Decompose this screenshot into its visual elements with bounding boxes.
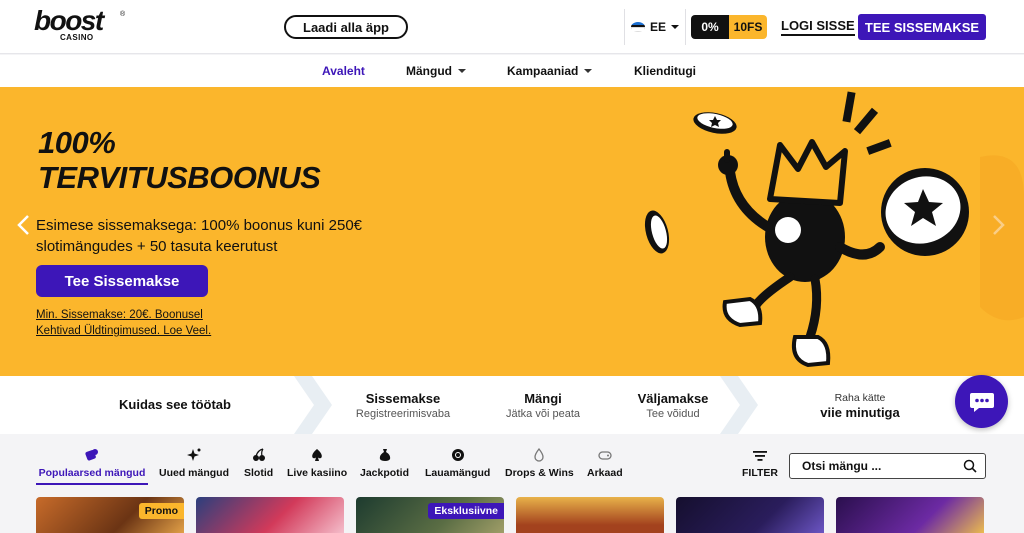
- chevron-down-icon: [671, 25, 679, 29]
- nav-item-label: Kampaaniad: [507, 64, 579, 78]
- drops-icon: [534, 448, 545, 462]
- bonus-percent: 0%: [691, 15, 729, 39]
- carousel-prev-icon[interactable]: [16, 214, 30, 236]
- category-label: Lauamängud: [425, 467, 491, 479]
- step-divider-icon: [294, 376, 332, 434]
- active-category-underline: [36, 483, 148, 485]
- nav-item-label: Mängud: [406, 64, 452, 78]
- sparkle-icon: [187, 448, 201, 461]
- chat-bubble-icon: [969, 392, 994, 412]
- gamepad-icon: [598, 451, 612, 460]
- hero-deposit-button[interactable]: Tee Sissemakse: [36, 265, 208, 297]
- hero-title-line2: TERVITUSBOONUS: [38, 160, 321, 195]
- game-tile[interactable]: [676, 497, 824, 533]
- payout-time-label: Raha kätte: [834, 392, 886, 404]
- category-slots[interactable]: Slotid: [244, 448, 273, 479]
- category-label: Arkaad: [587, 467, 623, 479]
- deposit-button[interactable]: TEE SISSEMAKSE: [858, 14, 986, 40]
- game-tile[interactable]: Eksklusiivne: [356, 497, 504, 533]
- main-nav: Avaleht Mängud Kampaaniad Klienditugi: [0, 55, 1024, 87]
- step-subtitle: Jätka või peata: [506, 408, 580, 420]
- nav-item-support[interactable]: Klienditugi: [634, 64, 696, 78]
- hero-title-line1: 100%: [38, 125, 116, 160]
- step-subtitle: Tee võidud: [646, 408, 700, 420]
- step-title: Sissemakse: [365, 391, 441, 406]
- language-selector[interactable]: EE: [624, 9, 686, 45]
- search-icon[interactable]: [963, 459, 977, 473]
- search-input[interactable]: [802, 458, 952, 474]
- download-app-button[interactable]: Laadi alla äpp: [284, 15, 408, 39]
- hero-subtitle: Esimese sissemaksega: 100% boonus kuni 2…: [36, 217, 363, 255]
- category-table-games[interactable]: Lauamängud: [425, 448, 490, 479]
- game-categories: Populaarsed mängud Uued mängud Slotid Li…: [0, 434, 1024, 494]
- how-it-works-strip: Kuidas see töötab Sissemakse Registreeri…: [0, 376, 1024, 434]
- game-tile[interactable]: [516, 497, 664, 533]
- category-jackpots[interactable]: Jackpotid: [360, 448, 409, 479]
- game-tile[interactable]: [196, 497, 344, 533]
- step-title: Väljamakse: [637, 391, 709, 406]
- promo-badge: Promo: [138, 503, 184, 519]
- step-subtitle: Registreerimisvaba: [355, 408, 451, 420]
- cherry-icon: [252, 448, 265, 461]
- exclusive-badge: Eksklusiivne: [428, 503, 504, 519]
- filter-icon: [752, 451, 767, 461]
- estonia-flag-icon: [630, 22, 645, 32]
- nav-item-games[interactable]: Mängud: [406, 64, 466, 78]
- category-label: Jackpotid: [360, 467, 410, 479]
- bonus-status-pill[interactable]: 0% 10FS: [691, 15, 767, 39]
- nav-item-promotions[interactable]: Kampaaniad: [507, 64, 593, 78]
- hero-terms-link[interactable]: Min. Sissemakse: 20€. Boonusel Kehtivad …: [36, 307, 236, 339]
- logo-subtitle: CASINO: [60, 33, 94, 42]
- category-new[interactable]: Uued mängud: [159, 448, 229, 479]
- free-spins-count: 10FS: [729, 15, 767, 39]
- category-label: Drops & Wins: [505, 467, 574, 479]
- nav-item-home[interactable]: Avaleht: [322, 64, 365, 78]
- step-title: Mängi: [524, 391, 562, 406]
- chip-icon: [451, 449, 464, 461]
- chat-button[interactable]: [955, 375, 1008, 428]
- logo-registered-mark: ®: [120, 11, 126, 18]
- filter-label: FILTER: [742, 467, 778, 479]
- hero-title: 100% TERVITUSBOONUS: [38, 125, 321, 195]
- category-label: Live kasiino: [287, 467, 348, 479]
- nav-item-label: Avaleht: [322, 64, 365, 78]
- hero-banner: 100% TERVITUSBOONUS Esimese sissemaksega…: [0, 87, 1024, 376]
- category-arcade[interactable]: Arkaad: [587, 448, 623, 479]
- mascot-illustration: [644, 91, 1024, 368]
- language-code: EE: [649, 20, 666, 34]
- chevron-down-icon: [458, 69, 466, 73]
- category-label: Slotid: [244, 467, 274, 479]
- category-popular[interactable]: Populaarsed mängud: [36, 448, 148, 485]
- top-header: boost ® CASINO Laadi alla äpp EE 0% 10FS…: [0, 0, 1024, 54]
- payout-time-value: viie minutiga: [820, 405, 900, 420]
- category-drops-wins[interactable]: Drops & Wins: [505, 448, 574, 479]
- category-label: Uued mängud: [159, 467, 229, 479]
- category-label: Populaarsed mängud: [38, 467, 146, 479]
- money-bag-icon: [379, 449, 390, 461]
- filter-button[interactable]: FILTER: [742, 450, 778, 479]
- login-link[interactable]: LOGI SISSE: [781, 19, 855, 36]
- game-tile[interactable]: Promo: [36, 497, 184, 533]
- nav-item-label: Klienditugi: [634, 64, 696, 78]
- spade-icon: [312, 449, 322, 461]
- game-tile[interactable]: [836, 497, 984, 533]
- how-it-works-title: Kuidas see töötab: [119, 397, 231, 412]
- step-divider-icon: [720, 376, 758, 434]
- chevron-down-icon: [584, 69, 593, 73]
- category-live-casino[interactable]: Live kasiino: [287, 448, 347, 479]
- game-search[interactable]: [789, 453, 986, 479]
- boost-casino-logo[interactable]: boost ® CASINO: [34, 5, 126, 43]
- dice-icon: [85, 449, 98, 461]
